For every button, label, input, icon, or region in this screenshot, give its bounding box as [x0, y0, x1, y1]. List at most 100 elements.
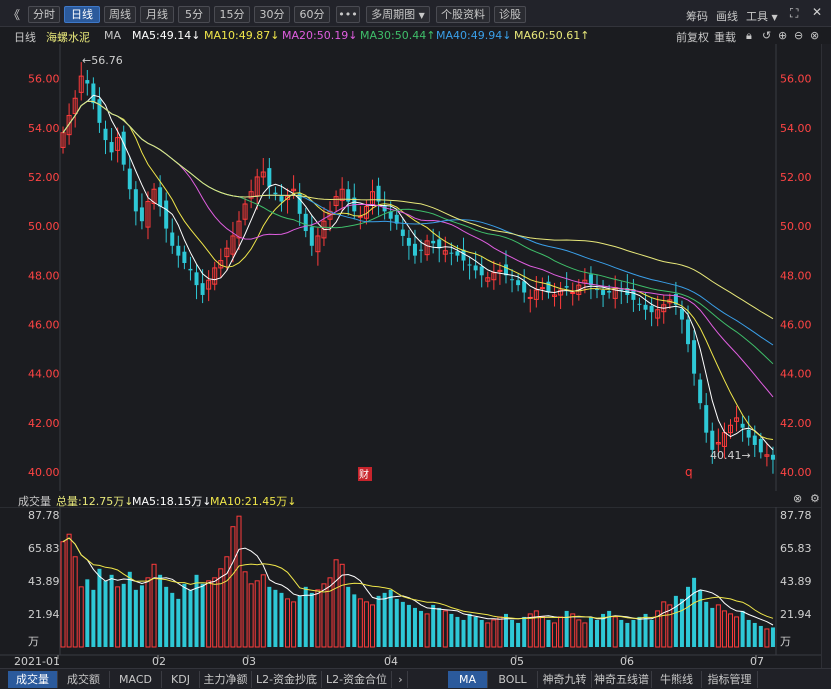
overlay-tab-4[interactable]: 牛熊线 — [652, 671, 702, 688]
diagnose-button[interactable]: 诊股 — [494, 6, 526, 23]
volume-chart[interactable]: 87.78 87.78 65.83 65.83 43.89 43.89 21.94 21.94… — [0, 507, 821, 668]
volume-bar — [188, 589, 193, 647]
candle-body — [188, 268, 193, 271]
price-chart[interactable]: 56.00 56.00 54.00 54.00 52.00 52.00 50.00 50.00… — [0, 44, 821, 491]
candle-body — [400, 229, 405, 236]
zoom-in-icon[interactable]: ⊕ — [778, 29, 787, 42]
volume-bar — [182, 583, 187, 647]
more-button[interactable]: ••• — [336, 6, 360, 23]
indicator-tab-4[interactable]: 主力净额 — [200, 671, 252, 688]
candle-body — [412, 243, 417, 256]
close-icon[interactable]: ⊗ — [793, 492, 802, 505]
tab-daily[interactable]: 日线 — [64, 6, 100, 23]
candle-body — [770, 454, 775, 460]
overlay-tab-2[interactable]: 神奇九转 — [538, 671, 592, 688]
candle-body — [740, 423, 745, 428]
overlay-tab-5[interactable]: 指标管理 — [702, 671, 758, 688]
volume-bar — [686, 586, 691, 647]
tab-30min[interactable]: 30分 — [254, 6, 290, 23]
undo-icon[interactable]: ↺ — [762, 29, 771, 42]
candle-body — [273, 192, 278, 195]
volume-bar — [194, 574, 199, 647]
q-marker-label: q — [685, 465, 693, 479]
back-icon[interactable]: 《 — [8, 6, 20, 23]
volume-bar — [467, 613, 472, 647]
candle-body — [97, 99, 102, 123]
low-price-label: 40.41→ — [710, 449, 751, 462]
overlay-tab-3[interactable]: 神奇五线谱 — [592, 671, 652, 688]
price-tick-left: 54.00 — [28, 122, 60, 135]
close-icon[interactable]: ✕ — [812, 5, 822, 19]
tab-intraday[interactable]: 分时 — [28, 6, 60, 23]
candle-body — [109, 142, 114, 153]
price-tick-right: 48.00 — [780, 269, 812, 282]
candle-body — [91, 83, 96, 104]
indicator-tab-3[interactable]: KDJ — [162, 671, 200, 688]
candle-body — [692, 340, 697, 374]
volume-bar — [279, 592, 284, 647]
volume-bar — [346, 586, 351, 647]
settings-icon[interactable]: ⚙ — [810, 492, 820, 505]
indicator-tab-2[interactable]: MACD — [110, 671, 162, 688]
overlay-tab-1[interactable]: BOLL — [488, 671, 538, 688]
volume-bar — [297, 595, 302, 647]
zoom-out-icon[interactable]: ⊖ — [794, 29, 803, 42]
date-tick: 07 — [750, 655, 764, 668]
ma10-value: MA10:49.87↓ — [204, 29, 280, 42]
tab-60min[interactable]: 60分 — [294, 6, 330, 23]
price-tick-right: 50.00 — [780, 220, 812, 233]
price-tick-left: 44.00 — [28, 368, 60, 381]
volume-bar — [673, 595, 678, 647]
candle-body — [121, 131, 126, 165]
price-tick-right: 46.00 — [780, 318, 812, 331]
tab-5min[interactable]: 5分 — [178, 6, 210, 23]
stock-info-button[interactable]: 个股资料 — [436, 6, 490, 23]
tab-monthly[interactable]: 月线 — [140, 6, 174, 23]
chips-button[interactable]: 筹码 — [686, 8, 708, 24]
multi-period-button[interactable]: 多周期图 ▼ — [366, 6, 430, 23]
reload-button[interactable]: 重载 — [714, 29, 736, 45]
price-tick-left: 50.00 — [28, 220, 60, 233]
candle-body — [746, 429, 751, 438]
multi-period-label: 多周期图 — [371, 8, 416, 21]
candle-body — [497, 269, 503, 272]
price-tick-left: 42.00 — [28, 417, 60, 430]
lock-icon[interactable]: 🔒︎ — [746, 29, 752, 43]
adjust-button[interactable]: 前复权 — [676, 29, 709, 45]
volume-bar — [619, 619, 624, 647]
volume-bar — [740, 610, 745, 647]
fullscreen-icon[interactable]: ⛶ — [790, 6, 798, 21]
candle-body — [85, 80, 90, 84]
candle-body — [564, 286, 569, 288]
candle-body — [200, 283, 205, 295]
volume-bar — [770, 627, 775, 647]
volume-bar — [121, 583, 126, 647]
volume-bar — [692, 577, 697, 647]
indicator-tab-0[interactable]: 成交量 — [8, 671, 58, 688]
volume-bar — [479, 619, 484, 647]
draw-line-button[interactable]: 画线 — [716, 8, 738, 24]
tab-weekly[interactable]: 周线 — [104, 6, 136, 23]
indicator-tab-5[interactable]: L2-资金抄底 — [252, 671, 322, 688]
indicator-tab-1[interactable]: 成交额 — [58, 671, 110, 688]
ma-label[interactable]: MA — [104, 29, 121, 42]
candle-body — [449, 252, 454, 254]
volume-bar — [564, 610, 569, 647]
indicator-tabs: 成交量 成交额 MACD KDJ 主力净额 L2-资金抄底 L2-资金合位 › MA BOLL 神奇… — [0, 668, 831, 689]
close-icon[interactable]: ⊗ — [810, 29, 819, 42]
indicator-tab-6[interactable]: L2-资金合位 — [322, 671, 392, 688]
candle-body — [479, 266, 484, 276]
candle-body — [431, 240, 436, 244]
candle-body — [267, 168, 272, 187]
volume-bar — [758, 625, 763, 647]
stock-name: 海螺水泥 — [46, 31, 90, 44]
volume-bar — [516, 622, 521, 647]
ma5-value: MA5:49.14↓ — [132, 29, 201, 42]
candle-body — [133, 189, 138, 212]
volume-bar — [461, 619, 466, 647]
overlay-tab-0[interactable]: MA — [448, 671, 488, 688]
chevron-right-icon[interactable]: › — [394, 671, 408, 688]
vertical-scrollbar[interactable] — [821, 44, 831, 668]
tab-15min[interactable]: 15分 — [214, 6, 250, 23]
tools-button[interactable]: 工具 ▼ — [746, 8, 778, 24]
